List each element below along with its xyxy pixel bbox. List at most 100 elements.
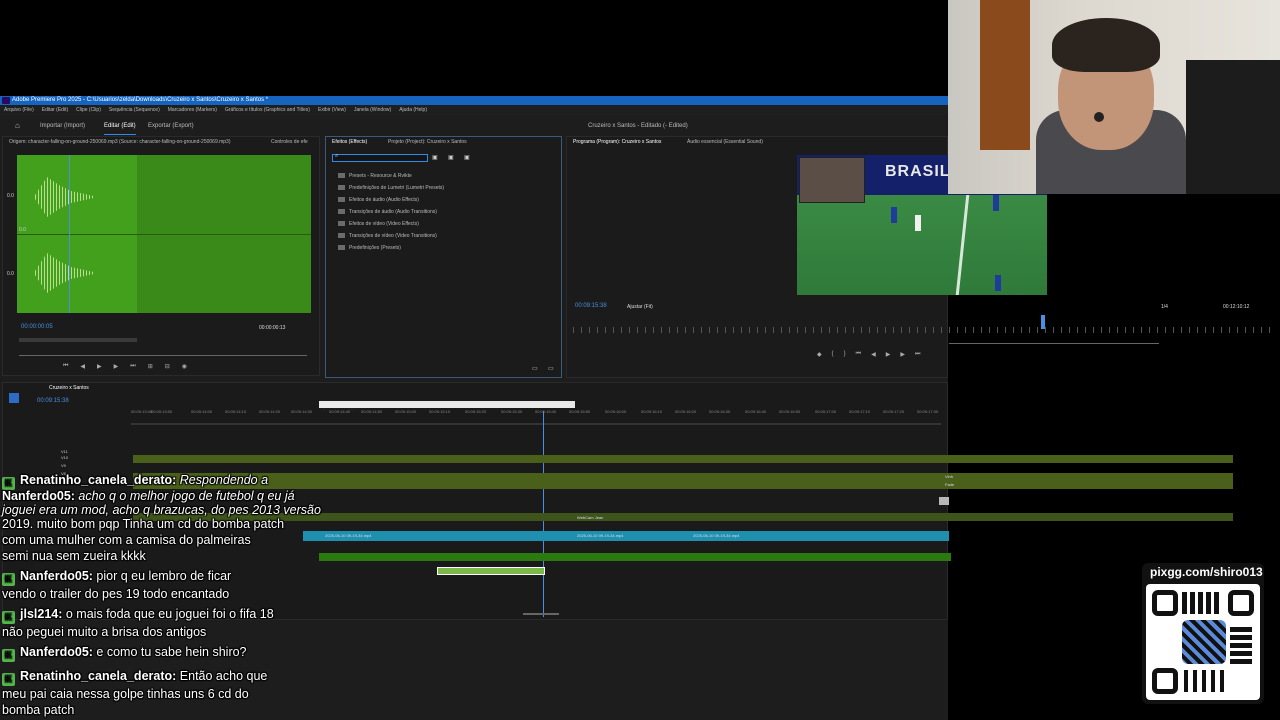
waveform-divider: [17, 234, 311, 235]
program-playhead[interactable]: [1041, 315, 1045, 329]
play-icon[interactable]: ▶: [97, 363, 102, 373]
program-timecode[interactable]: 00:09:15:38: [575, 303, 607, 309]
audio-waveform-clip[interactable]: [319, 553, 951, 561]
folder-icon: [338, 185, 345, 191]
menu-markers[interactable]: Marcadores (Markers): [168, 105, 217, 115]
audio-track-lane[interactable]: [303, 531, 949, 541]
home-icon[interactable]: ⌂: [15, 118, 20, 134]
marker-icon[interactable]: ◆: [817, 351, 822, 361]
clip-label: 2025-06-10 09-19-34.mp4: [693, 533, 740, 538]
window-titlebar: Adobe Premiere Pro 2025 - C:\Usuarios\ze…: [0, 96, 948, 105]
menu-clip[interactable]: Clipe (Clip): [76, 105, 101, 115]
menu-file[interactable]: Arquivo (File): [4, 105, 34, 115]
chat-badge-icon: K: [2, 611, 15, 624]
tab-essential-sound[interactable]: Áudio essencial (Essential Sound): [687, 137, 763, 147]
step-forward-icon[interactable]: ⏭: [915, 351, 920, 361]
quality-dropdown[interactable]: 1/4: [1161, 304, 1168, 310]
source-zoom-bar[interactable]: [19, 338, 137, 342]
frame-back-icon[interactable]: ◀: [871, 351, 876, 361]
effects-tree-item[interactable]: Efeitos de vídeo (Video Effects): [338, 221, 419, 227]
ruler-tick: 00:09:15:40: [535, 409, 557, 414]
ruler-tick: 00:09:17:00: [815, 409, 837, 414]
new-bin-bottom-icon[interactable]: ▭: [532, 365, 538, 372]
track-lane[interactable]: [133, 455, 1233, 463]
folder-icon: [338, 209, 345, 215]
source-timecode-in[interactable]: 00:00:00:05: [21, 324, 53, 330]
step-forward-icon[interactable]: ⏭: [130, 363, 135, 373]
ruler-tick: 00:09:16:40: [745, 409, 767, 414]
source-tab[interactable]: Origem: character-falling-on-ground-2500…: [9, 137, 231, 147]
timeline-scrollbar[interactable]: [523, 613, 559, 615]
new-bin-icon[interactable]: ▣: [432, 154, 438, 161]
source-panel-header: Origem: character-falling-on-ground-2500…: [3, 137, 319, 147]
menu-view[interactable]: Exibir (View): [318, 105, 346, 115]
trash-icon[interactable]: ▭: [548, 365, 554, 372]
effects-tree-item[interactable]: Transições de áudio (Audio Transitions): [338, 209, 437, 215]
timeline-tab[interactable]: Cruzeiro x Santos: [9, 385, 89, 391]
step-back-icon[interactable]: ⏮: [63, 363, 68, 373]
program-zoom-bar[interactable]: [949, 343, 1159, 344]
app-logo-icon: [2, 97, 10, 104]
effects-tree-item[interactable]: Predefinições (Presets): [338, 245, 401, 251]
clip-label: 2025-06-10 09-19-34.mp4: [325, 533, 372, 538]
tab-export[interactable]: Exportar (Export): [148, 118, 194, 134]
menu-bar: Arquivo (File) Editar (Edit) Clipe (Clip…: [0, 105, 948, 115]
frame-forward-icon[interactable]: ▶: [900, 351, 905, 361]
folder-icon: [338, 173, 345, 179]
menu-help[interactable]: Ajuda (Help): [399, 105, 427, 115]
accelerated-icon[interactable]: ▣: [448, 154, 454, 161]
clip-label: WebCam Jean: [577, 515, 604, 520]
effects-tree-item[interactable]: Efeitos de áudio (Audio Effects): [338, 197, 419, 203]
selected-audio-clip[interactable]: [437, 567, 545, 575]
qr-caption: pixgg.com/shiro013: [1150, 565, 1263, 579]
yuv-icon[interactable]: ▣: [464, 154, 470, 161]
effects-tree-item[interactable]: Transições de vídeo (Video Transitions): [338, 233, 437, 239]
effects-panel: Efeitos (Effects) Projeto (Project): Cru…: [325, 136, 562, 378]
track-lane[interactable]: [133, 473, 1233, 481]
chat-badge-icon: K: [2, 573, 15, 586]
mark-in-icon[interactable]: {: [832, 351, 834, 361]
tab-edit[interactable]: Editar (Edit): [104, 118, 136, 135]
player: [891, 207, 897, 223]
menu-sequence[interactable]: Sequência (Sequence): [109, 105, 160, 115]
effects-tree-item[interactable]: Predefinições de Lumetri (Lumetri Preset…: [338, 185, 444, 191]
tab-effects[interactable]: Efeitos (Effects): [332, 139, 367, 145]
program-transport: ◆ { } ⏮ ◀ ▶ ▶ ⏭: [817, 351, 1057, 361]
ruler-tick: 00:09:16:30: [709, 409, 731, 414]
menu-graphics[interactable]: Gráficos e títulos (Graphics and Titles): [225, 105, 310, 115]
ruler-tick: 00:09:14:30: [291, 409, 313, 414]
effects-tree-item[interactable]: Presets - Resource & Rvikte: [338, 173, 412, 179]
tool-selection-icon[interactable]: [9, 393, 19, 403]
source-scrub-bar[interactable]: [19, 355, 307, 356]
track-lane[interactable]: [133, 481, 1233, 489]
frame-back-icon[interactable]: ◀: [80, 363, 85, 373]
export-frame-icon[interactable]: ◉: [182, 363, 187, 373]
source-playhead[interactable]: [69, 155, 70, 313]
insert-icon[interactable]: ⊞: [148, 363, 153, 373]
tab-program[interactable]: Programa (Program): Cruzeiro x Santos: [573, 139, 661, 145]
frame-forward-icon[interactable]: ▶: [114, 363, 119, 373]
ruler-tick: 00:09:17:20: [883, 409, 905, 414]
ruler-tick: 00:09:13:40: [131, 409, 153, 414]
marker-label-box[interactable]: EU VOU CAIR: [319, 401, 575, 414]
db-label-mid: 0.0: [19, 227, 26, 233]
effect-controls-tab[interactable]: Controles de efe: [271, 137, 308, 147]
tab-project[interactable]: Projeto (Project): Cruzeiro x Santos: [388, 137, 467, 147]
mark-out-icon[interactable]: }: [844, 351, 846, 361]
play-icon[interactable]: ▶: [886, 351, 891, 361]
program-ruler[interactable]: [573, 327, 1273, 333]
ruler-tick: 00:09:16:10: [641, 409, 663, 414]
tab-import[interactable]: Importar (Import): [40, 118, 85, 134]
track-label: V11: [61, 449, 68, 454]
meme-clip[interactable]: [939, 497, 949, 505]
overwrite-icon[interactable]: ⊟: [165, 363, 170, 373]
menu-edit[interactable]: Editar (Edit): [42, 105, 68, 115]
step-back-icon[interactable]: ⏮: [856, 351, 861, 361]
menu-window[interactable]: Janela (Window): [354, 105, 391, 115]
timeline-timecode[interactable]: 00:09:15:38: [37, 398, 69, 404]
fit-dropdown[interactable]: Ajustar (Fit): [627, 304, 653, 310]
timeline-ruler[interactable]: 00:09:13:40 00:09:13:50 00:09:14:00 00:0…: [131, 409, 943, 421]
effects-search-input[interactable]: ⌕: [332, 153, 428, 162]
work-area-bar[interactable]: [131, 423, 941, 425]
ruler-tick: 00:09:15:30: [501, 409, 523, 414]
